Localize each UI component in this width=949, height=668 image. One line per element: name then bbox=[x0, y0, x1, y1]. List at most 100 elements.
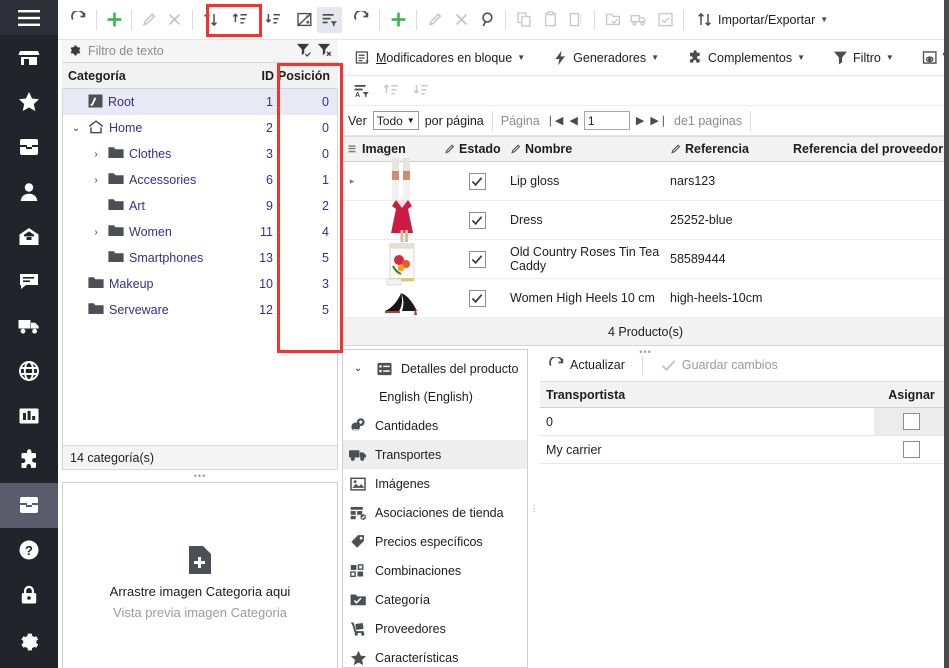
vertical-splitter[interactable]: ⋮ bbox=[528, 349, 540, 668]
refresh-button[interactable]: Actualizar bbox=[546, 353, 632, 378]
details-language[interactable]: English (English) bbox=[343, 383, 527, 411]
sort-alpha-button[interactable]: A bbox=[348, 78, 374, 104]
sidebar-item-store[interactable] bbox=[0, 35, 58, 80]
sidebar-item-modules[interactable] bbox=[0, 438, 58, 483]
state-checkbox[interactable] bbox=[468, 250, 486, 268]
sidebar-item-catalog-active[interactable] bbox=[0, 483, 58, 528]
column-header-id[interactable]: ID bbox=[232, 69, 275, 83]
sidebar-item-settings[interactable] bbox=[0, 617, 58, 668]
category-filter-bar[interactable]: Filtro de texto bbox=[62, 40, 338, 63]
last-page-button[interactable]: ▶❘ bbox=[650, 114, 668, 127]
window-scrollbar[interactable] bbox=[944, 0, 949, 668]
details-header[interactable]: ⌄ Detalles del producto bbox=[343, 354, 527, 383]
table-row[interactable]: Old Country Roses Tin Tea Caddy 58589444 bbox=[342, 240, 949, 282]
add-button[interactable] bbox=[102, 7, 127, 33]
delete-button[interactable] bbox=[448, 7, 474, 33]
select-folder-button[interactable] bbox=[600, 7, 626, 33]
chevron-right-icon[interactable]: › bbox=[89, 149, 103, 160]
row-expander[interactable] bbox=[342, 279, 362, 317]
table-row[interactable]: ▸ Lip gloss nars123 bbox=[342, 158, 949, 206]
sidebar-item-orders[interactable] bbox=[0, 214, 58, 259]
category-tree[interactable]: Root 1 0 ⌄ Home 2 0 › Clothes 3 0 › Accessories 6 1 Art… bbox=[62, 89, 338, 446]
state-cell[interactable] bbox=[444, 279, 510, 317]
refresh-button[interactable] bbox=[66, 7, 91, 33]
details-item-features[interactable]: Características bbox=[343, 643, 527, 668]
bulk-modifiers-menu[interactable]: Modificadores en bloque ▼ bbox=[348, 46, 532, 70]
import-export-button[interactable]: Importar/Exportar ▼ bbox=[689, 7, 835, 32]
state-checkbox[interactable] bbox=[468, 289, 486, 307]
refresh-button[interactable] bbox=[348, 7, 374, 33]
move-products-button[interactable] bbox=[626, 7, 652, 33]
table-row[interactable]: Dress 25252-blue bbox=[342, 200, 949, 242]
page-input[interactable]: 1 bbox=[583, 111, 630, 130]
details-item-quantities[interactable]: Cantidades bbox=[343, 411, 527, 440]
assign-checkbox[interactable] bbox=[903, 413, 920, 430]
add-button[interactable] bbox=[385, 7, 411, 33]
sidebar-item-localization[interactable] bbox=[0, 349, 58, 394]
horizontal-splitter[interactable]: ••• bbox=[58, 470, 342, 482]
prev-page-button[interactable]: ◀ bbox=[569, 114, 577, 127]
sidebar-item-catalog[interactable] bbox=[0, 125, 58, 170]
filter-rows-button[interactable] bbox=[317, 6, 342, 33]
assign-cell[interactable] bbox=[874, 441, 949, 458]
category-row[interactable]: Root 1 0 bbox=[63, 89, 337, 115]
generators-menu[interactable]: Generadores ▼ bbox=[546, 46, 666, 70]
row-expander[interactable] bbox=[342, 201, 362, 239]
column-header-supplier-reference[interactable]: Referencia del proveedor bbox=[793, 142, 949, 156]
sidebar-item-stats[interactable] bbox=[0, 393, 58, 438]
addons-menu[interactable]: Complementos ▼ bbox=[680, 46, 812, 70]
sidebar-item-help[interactable]: ? bbox=[0, 528, 58, 573]
search-button[interactable] bbox=[474, 7, 500, 33]
details-item-carrier[interactable]: Transportes bbox=[343, 440, 527, 469]
assign-cell[interactable] bbox=[874, 408, 949, 435]
move-updown-button[interactable] bbox=[198, 7, 223, 33]
category-row[interactable]: Makeup 10 3 bbox=[63, 271, 337, 297]
category-row[interactable]: › Accessories 6 1 bbox=[63, 167, 337, 193]
sidebar-item-favorites[interactable] bbox=[0, 80, 58, 125]
chevron-right-icon[interactable]: › bbox=[89, 175, 103, 186]
next-page-button[interactable]: ▶ bbox=[636, 114, 644, 127]
filter-input[interactable]: Filtro de texto bbox=[88, 44, 290, 58]
carrier-row[interactable]: My carrier bbox=[540, 436, 949, 464]
details-item-supplier[interactable]: Proveedores bbox=[343, 614, 527, 643]
sort-desc-button[interactable] bbox=[408, 78, 434, 104]
column-header-carrier[interactable]: Transportista bbox=[540, 388, 874, 402]
column-header-reference[interactable]: Referencia bbox=[670, 142, 793, 156]
category-row[interactable]: Serveware 12 5 bbox=[63, 297, 337, 323]
assign-checkbox[interactable] bbox=[903, 441, 920, 458]
row-expander[interactable] bbox=[342, 240, 362, 278]
column-header-state[interactable]: Estado bbox=[444, 142, 510, 156]
details-item-category[interactable]: Categoría bbox=[343, 585, 527, 614]
state-cell[interactable] bbox=[444, 162, 510, 200]
state-cell[interactable] bbox=[444, 240, 510, 278]
column-header-assign[interactable]: Asignar bbox=[874, 388, 949, 402]
chevron-right-icon[interactable]: › bbox=[89, 227, 103, 238]
category-row[interactable]: Smartphones 13 5 bbox=[63, 245, 337, 271]
duplicate-button[interactable] bbox=[563, 7, 589, 33]
image-toggle-button[interactable] bbox=[293, 7, 318, 33]
edit-button[interactable] bbox=[422, 7, 448, 33]
details-item-image[interactable]: Imágenes bbox=[343, 469, 527, 498]
sidebar-item-shipping[interactable] bbox=[0, 304, 58, 349]
first-page-button[interactable]: ❘◀ bbox=[546, 114, 564, 127]
category-row[interactable]: › Women 11 4 bbox=[63, 219, 337, 245]
edit-button[interactable] bbox=[137, 7, 162, 33]
clear-filter-icon[interactable] bbox=[317, 43, 332, 60]
chevron-down-icon[interactable]: ⌄ bbox=[349, 363, 367, 374]
column-grip-icon[interactable]: ☰ bbox=[342, 144, 362, 155]
sidebar-item-messages[interactable] bbox=[0, 259, 58, 304]
column-header-category[interactable]: Categoría bbox=[62, 69, 232, 83]
details-item-price-tag[interactable]: Precios específicos bbox=[343, 527, 527, 556]
check-list-button[interactable] bbox=[652, 7, 678, 33]
column-header-position[interactable]: Posición bbox=[274, 69, 338, 83]
save-changes-button[interactable]: Guardar cambios bbox=[653, 354, 785, 377]
state-checkbox[interactable] bbox=[468, 172, 486, 190]
sort-desc-button[interactable] bbox=[261, 7, 287, 33]
paste-button[interactable] bbox=[537, 7, 563, 33]
sidebar-item-security[interactable] bbox=[0, 573, 58, 618]
sidebar-item-menu[interactable] bbox=[0, 0, 58, 36]
details-item-combinations[interactable]: Combinaciones bbox=[343, 556, 527, 585]
category-row[interactable]: › Clothes 3 0 bbox=[63, 141, 337, 167]
state-checkbox[interactable] bbox=[468, 211, 486, 229]
details-item-shop-assoc[interactable]: Asociaciones de tienda bbox=[343, 498, 527, 527]
